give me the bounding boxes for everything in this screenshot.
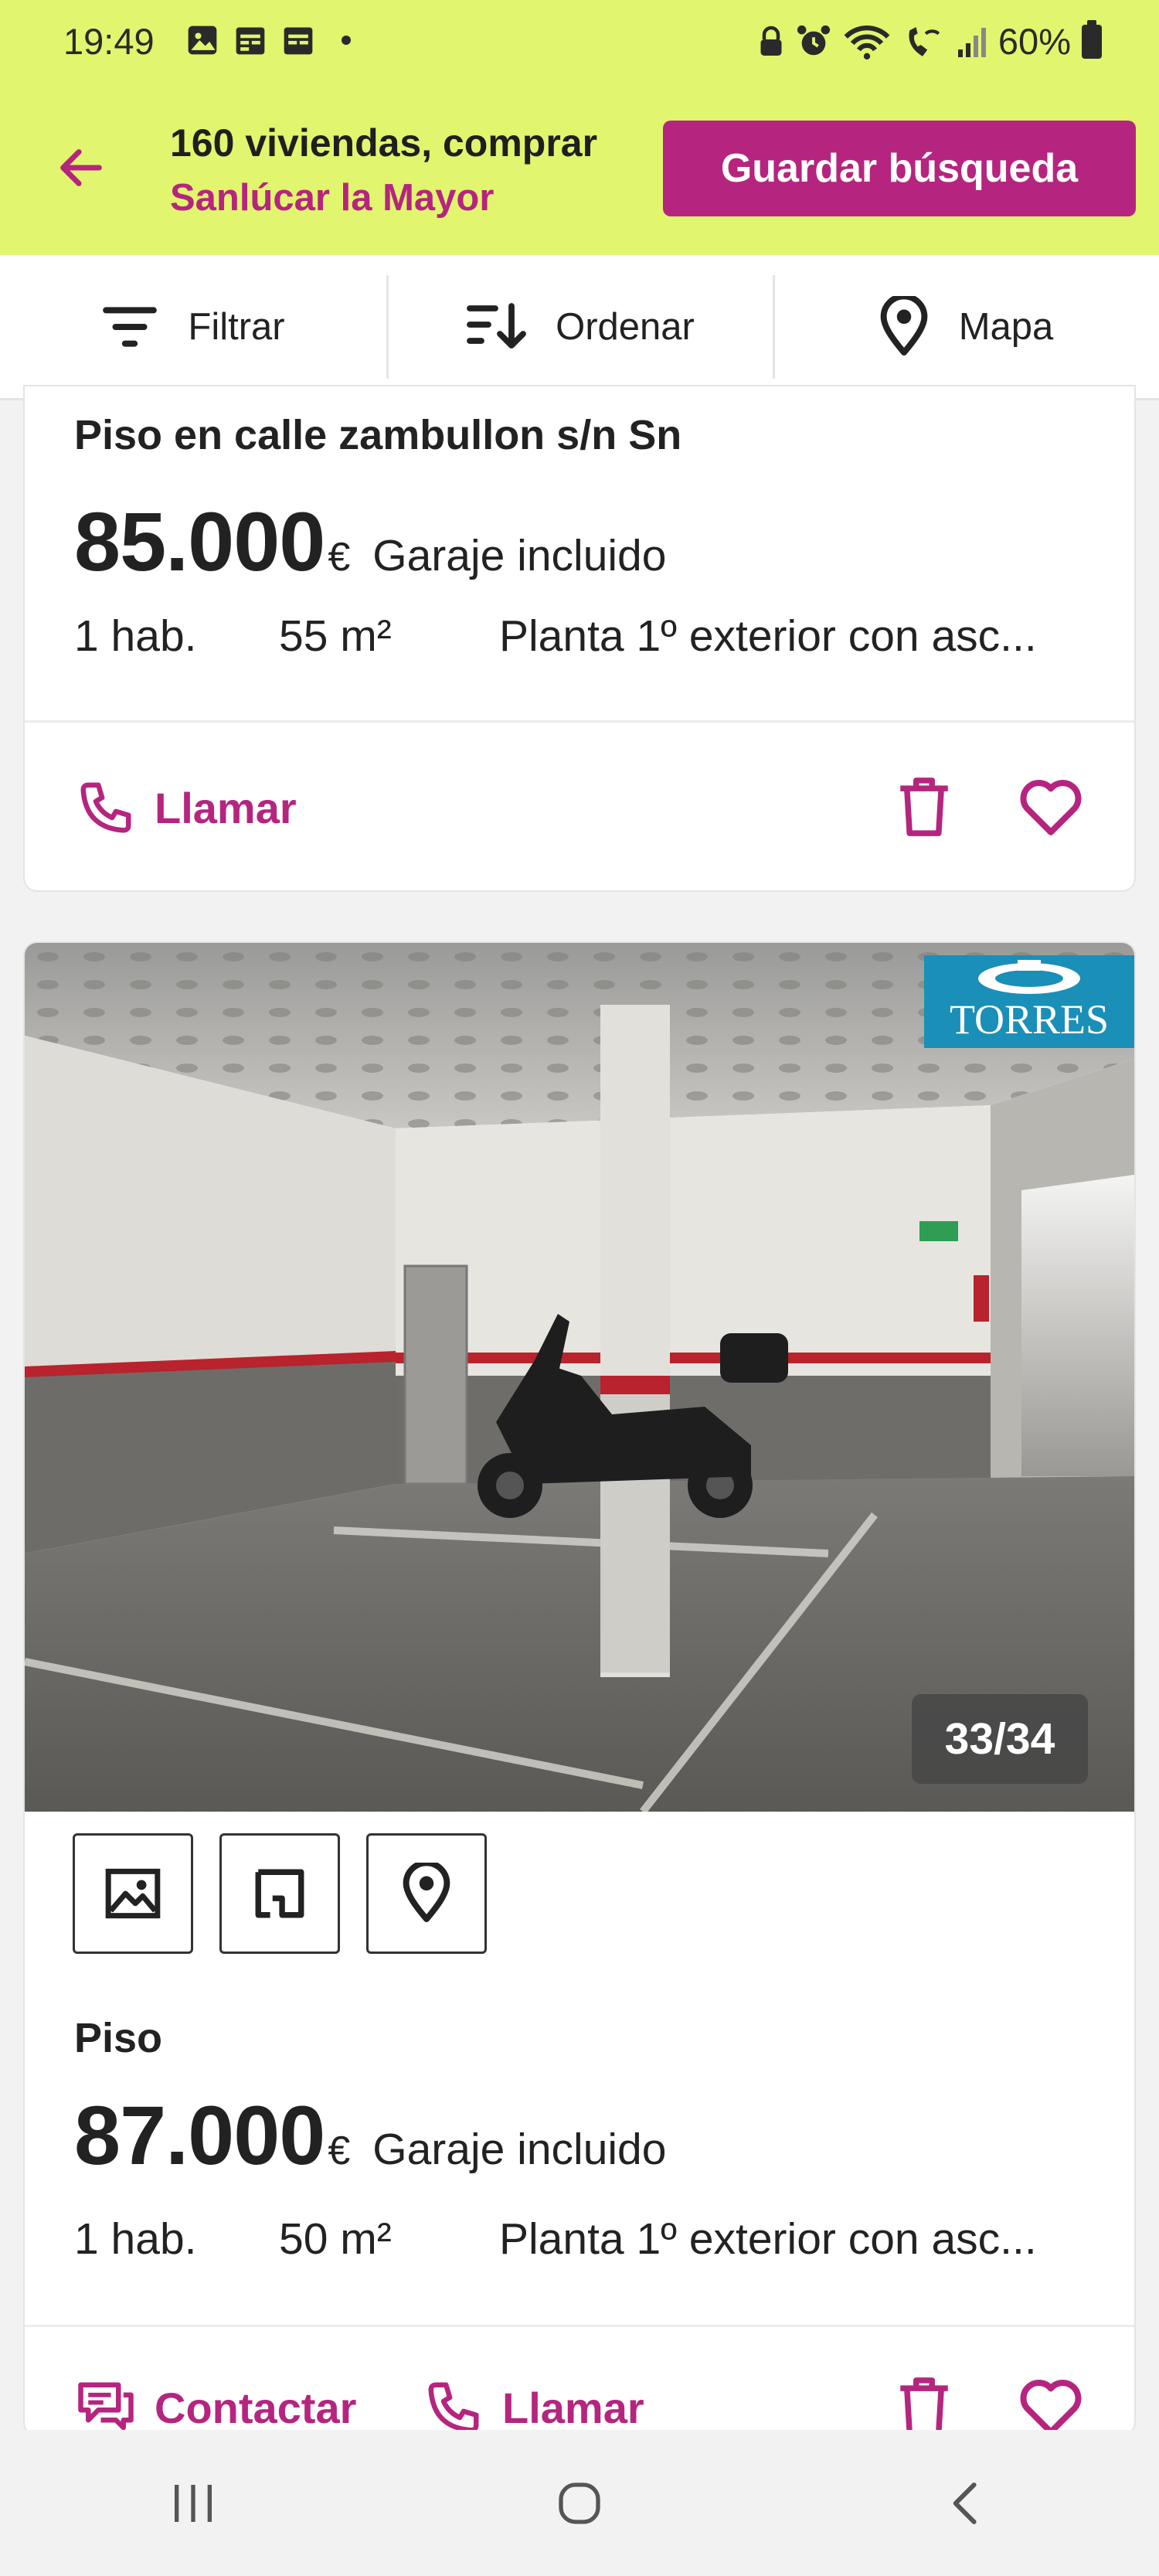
discard-button[interactable] (890, 773, 958, 841)
filter-icon (103, 306, 158, 347)
home-icon (559, 2482, 600, 2524)
call-button[interactable]: Llamar (76, 778, 297, 838)
media-tabs (73, 1833, 487, 1954)
back-button[interactable] (51, 138, 111, 198)
listing-price: 87.000€ (74, 2088, 350, 2182)
phone-icon (428, 2382, 479, 2433)
garage-photo (25, 943, 1134, 1812)
heart-icon (1020, 2380, 1082, 2435)
calendar-icon (284, 27, 313, 55)
discard-button[interactable] (890, 2373, 958, 2435)
listing-details: 1 hab. 55 m² Planta 1º exterior con asc.… (74, 611, 1037, 662)
card-divider (25, 2325, 1134, 2327)
agency-logo-mark (978, 960, 1080, 994)
photos-tab[interactable] (73, 1833, 193, 1954)
chevron-left-icon (953, 2482, 977, 2524)
notification-dot (342, 36, 351, 45)
system-nav-bar (0, 2430, 1159, 2576)
sort-icon (467, 302, 527, 349)
heart-icon (1020, 780, 1082, 835)
favorite-button[interactable] (1017, 2373, 1085, 2435)
listing-card[interactable]: TORRES 33/34 Piso 87.000€ Garaje incluid… (25, 943, 1134, 2435)
save-search-button[interactable]: Guardar búsqueda (663, 121, 1136, 216)
search-location[interactable]: Sanlúcar la Mayor (170, 176, 494, 219)
listing-price: 85.000€ (74, 495, 350, 588)
listing-rooms: 1 hab. (74, 611, 197, 661)
floorplan-tab[interactable] (219, 1833, 340, 1954)
location-pin-icon (403, 1863, 450, 1922)
call-label: Llamar (155, 783, 297, 832)
price-row: 87.000€ Garaje incluido (74, 2087, 666, 2183)
listing-card[interactable]: Piso en calle zambullon s/n Sn 85.000€ G… (25, 386, 1134, 890)
battery-percent: 60% (998, 21, 1071, 62)
status-time: 19:49 (63, 21, 155, 62)
home-button[interactable] (386, 2430, 773, 2576)
battery-icon (1082, 19, 1102, 59)
recent-apps-icon (175, 2484, 212, 2522)
listing-floor: Planta 1º exterior con asc... (499, 611, 1037, 661)
status-system: 60% (757, 19, 1102, 63)
listing-area: 55 m² (279, 611, 392, 661)
filter-label: Filtrar (188, 305, 285, 348)
search-results-title: 160 viviendas, comprar (170, 121, 598, 165)
status-bar: 19:49 60% (0, 0, 1159, 87)
status-notifications (185, 23, 351, 57)
recent-apps-button[interactable] (0, 2430, 386, 2576)
results-toolbar: Filtrar Ordenar Mapa (0, 255, 1159, 400)
photo-counter: 33/34 (912, 1694, 1088, 1784)
wifi-calling-icon (909, 26, 940, 56)
trash-icon (900, 778, 948, 836)
map-location-tab[interactable] (366, 1833, 487, 1954)
signal-icon (957, 27, 986, 57)
contact-label: Contactar (155, 2383, 357, 2432)
agency-logo: TORRES (924, 955, 1134, 1048)
floorplan-icon (255, 1869, 304, 1918)
listing-title[interactable]: Piso (74, 2014, 162, 2062)
price-extra: Garaje incluido (372, 531, 667, 580)
listing-rooms: 1 hab. (74, 2214, 197, 2264)
arrow-left-icon (60, 149, 102, 186)
location-pin-icon (880, 295, 928, 356)
sort-label: Ordenar (556, 305, 695, 348)
call-label: Llamar (502, 2383, 644, 2432)
call-button[interactable]: Llamar (423, 2377, 644, 2435)
map-button[interactable]: Mapa (773, 255, 1159, 398)
listing-area: 50 m² (279, 2214, 392, 2264)
app-header: 19:49 60% 160 viviendas, comprar Sanlúca… (0, 0, 1159, 255)
filter-button[interactable]: Filtrar (0, 255, 386, 398)
phone-icon (80, 782, 131, 833)
listing-photo[interactable]: TORRES 33/34 (25, 943, 1134, 1812)
card-divider (25, 720, 1134, 723)
price-extra: Garaje incluido (372, 2125, 667, 2174)
agency-name: TORRES (949, 996, 1110, 1043)
image-icon (105, 1868, 161, 1919)
map-label: Mapa (958, 305, 1054, 348)
contact-button[interactable]: Contactar (76, 2377, 356, 2435)
wifi-icon (844, 25, 890, 60)
chat-icon (78, 2382, 134, 2431)
favorite-button[interactable] (1017, 773, 1085, 841)
listing-details: 1 hab. 50 m² Planta 1º exterior con asc.… (74, 2214, 1037, 2265)
trash-icon (900, 2377, 948, 2435)
listing-title[interactable]: Piso en calle zambullon s/n Sn (74, 411, 681, 459)
price-row: 85.000€ Garaje incluido (74, 493, 666, 590)
nav-back-button[interactable] (773, 2430, 1159, 2576)
listing-floor: Planta 1º exterior con asc... (499, 2214, 1037, 2264)
alarm-icon (797, 25, 831, 55)
photo-icon (188, 26, 217, 55)
calendar-icon (236, 27, 265, 55)
sort-button[interactable]: Ordenar (386, 255, 773, 398)
alarm-lock-icon (760, 26, 782, 56)
